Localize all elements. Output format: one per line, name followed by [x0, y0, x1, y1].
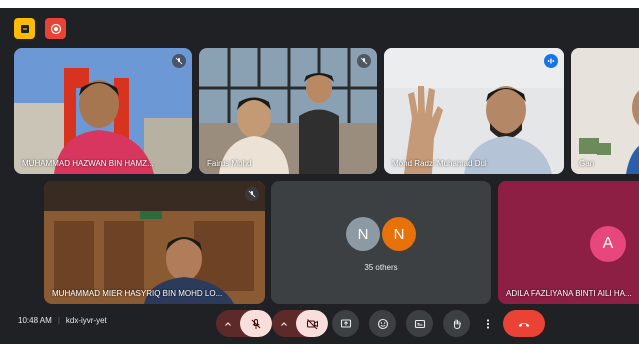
- participant-name: ADILA FAZLIYANA BINTI AILI HA...: [506, 289, 632, 298]
- participant-tile[interactable]: A ADILA FAZLIYANA BINTI AILI HA...: [498, 181, 639, 304]
- more-vert-icon: [486, 318, 490, 329]
- participant-name: MUHAMMAD MIER HASYRIQ BIN MOHD LO...: [52, 289, 223, 298]
- speaking-indicator-icon: [544, 54, 558, 68]
- mic-muted-icon: [357, 54, 371, 68]
- mic-control-group: [216, 310, 272, 337]
- more-options-button[interactable]: [481, 310, 495, 337]
- meeting-code[interactable]: kdx-iyvr-yet: [66, 316, 107, 325]
- meet-call-screen: MUHAMMAD HAZWAN BIN HAMZ... Fairus Mohd: [0, 8, 639, 344]
- separator: |: [57, 316, 60, 325]
- avatar: N: [346, 217, 380, 251]
- mic-off-button[interactable]: [240, 310, 272, 337]
- leave-call-button[interactable]: [503, 310, 545, 337]
- mic-off-icon: [251, 318, 261, 329]
- camera-control-group: [272, 310, 328, 337]
- end-call-icon: [518, 322, 530, 327]
- recording-icon[interactable]: [45, 18, 66, 39]
- camera-options-chevron-icon[interactable]: [272, 310, 296, 337]
- captions-button[interactable]: [406, 310, 433, 337]
- participant-name: Mohd Radzi Muhamad Dul: [392, 159, 487, 168]
- others-count-label: 35 others: [364, 263, 398, 272]
- activities-icon[interactable]: [14, 18, 35, 39]
- participant-tile-speaking[interactable]: Mohd Radzi Muhamad Dul: [384, 48, 564, 174]
- video-feed: [14, 48, 192, 174]
- participant-name: Fairus Mohd: [207, 159, 252, 168]
- captions-icon: [414, 319, 425, 328]
- meeting-time: 10:48 AM: [18, 316, 52, 325]
- others-tile[interactable]: N N 35 others: [271, 181, 491, 304]
- meeting-controls-bar: 10:48 AM | kdx-iyvr-yet: [0, 300, 639, 344]
- camera-off-icon: [306, 318, 318, 329]
- mic-muted-icon: [172, 54, 186, 68]
- participant-name: MUHAMMAD HAZWAN BIN HAMZ...: [22, 159, 154, 168]
- participant-tile[interactable]: MUHAMMAD HAZWAN BIN HAMZ...: [14, 48, 192, 174]
- present-button[interactable]: [332, 310, 359, 337]
- participant-tile[interactable]: Fairus Mohd: [199, 48, 377, 174]
- raise-hand-button[interactable]: [443, 310, 470, 337]
- camera-off-button[interactable]: [296, 310, 328, 337]
- present-icon: [340, 318, 351, 328]
- mic-muted-icon: [245, 187, 259, 201]
- video-feed: [384, 48, 564, 174]
- video-feed: [571, 48, 639, 174]
- raise-hand-icon: [453, 319, 461, 329]
- participant-name: Gan: [579, 159, 595, 168]
- meeting-details: 10:48 AM | kdx-iyvr-yet: [18, 316, 107, 325]
- avatar: A: [590, 226, 626, 262]
- reactions-button[interactable]: [369, 310, 396, 337]
- video-feed: [199, 48, 377, 174]
- avatar: N: [382, 217, 416, 251]
- participant-tile[interactable]: Gan: [571, 48, 639, 174]
- video-feed: [44, 181, 265, 304]
- participant-tile[interactable]: MUHAMMAD MIER HASYRIQ BIN MOHD LO...: [44, 181, 265, 304]
- mic-options-chevron-icon[interactable]: [216, 310, 240, 337]
- emoji-icon: [377, 318, 388, 329]
